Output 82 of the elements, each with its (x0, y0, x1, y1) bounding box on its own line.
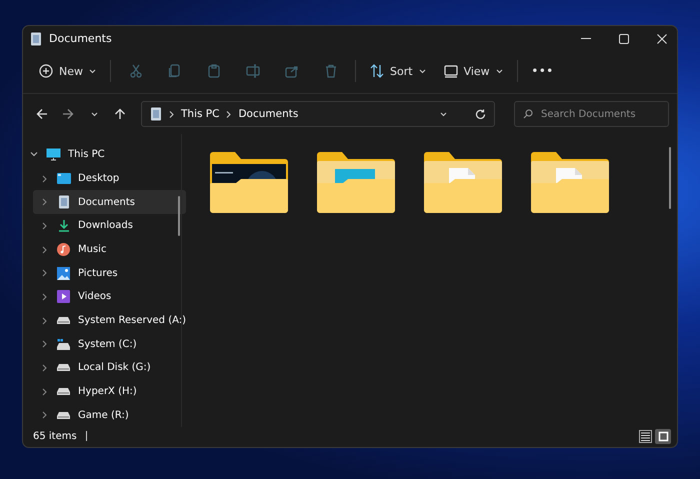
drive-icon (57, 317, 70, 324)
desktop-icon (56, 173, 70, 184)
nav-item[interactable]: Music (33, 238, 186, 262)
chevron-down-icon (496, 68, 503, 74)
close-icon[interactable] (656, 34, 666, 44)
download-icon (56, 219, 70, 232)
share-icon (284, 64, 298, 78)
chevron-right-icon[interactable] (42, 364, 46, 372)
details-view-button[interactable] (637, 428, 653, 444)
address-bar[interactable]: This PC Documents (141, 101, 495, 127)
chevron-down-icon (418, 68, 426, 74)
folder-icon[interactable] (315, 151, 395, 213)
chevron-right-icon[interactable] (42, 198, 46, 206)
nav-item[interactable]: Pictures (33, 261, 186, 286)
scrollbar-thumb[interactable] (178, 196, 180, 236)
chevron-right-icon[interactable] (42, 222, 46, 230)
chevron-right-icon[interactable] (42, 316, 46, 325)
chevron-down-icon (90, 112, 98, 116)
chevron-down-icon (440, 112, 447, 116)
nav-item[interactable]: Desktop (33, 166, 186, 190)
folder-icon[interactable] (422, 151, 502, 213)
nav-item[interactable]: Videos (33, 285, 186, 309)
window-title: Documents (49, 32, 112, 45)
document-icon (30, 32, 42, 46)
picture-icon (57, 266, 70, 280)
view-button[interactable]: View (436, 57, 511, 85)
chevron-right-icon[interactable] (42, 174, 46, 182)
nav-item[interactable]: Local Disk (G:) (33, 356, 186, 380)
scrollbar-thumb[interactable] (669, 147, 671, 209)
new-icon (39, 64, 53, 78)
chevron-right-icon (226, 110, 232, 118)
nav-item[interactable]: This PC (23, 143, 186, 167)
chevron-right-icon[interactable] (42, 340, 46, 348)
chevron-down-icon (89, 68, 96, 74)
delete-icon (324, 64, 338, 78)
large-icons-view-button[interactable] (655, 428, 671, 444)
search-icon (523, 109, 533, 119)
video-icon (57, 290, 70, 304)
chevron-right-icon[interactable] (42, 269, 46, 278)
nav-item[interactable]: Downloads (33, 214, 186, 238)
search-field[interactable]: Search Documents (514, 101, 669, 127)
item-count: 65 items (33, 430, 77, 442)
chevron-right-icon[interactable] (42, 411, 46, 420)
forward-arrow-icon[interactable] (62, 108, 74, 120)
breadcrumb-item[interactable]: Documents (238, 108, 298, 120)
chevron-right-icon (169, 110, 174, 118)
computer-icon (46, 148, 61, 162)
view-icon (444, 64, 458, 78)
system-drive-icon (57, 338, 70, 350)
nav-item[interactable]: Game (R:) (33, 403, 186, 428)
chevron-right-icon[interactable] (42, 388, 46, 396)
nav-item[interactable]: Documents (33, 190, 186, 214)
list-icon (638, 430, 652, 442)
chevron-down-icon[interactable] (30, 152, 38, 158)
drive-icon (57, 364, 70, 372)
document-icon (150, 107, 162, 121)
nav-item[interactable]: System (C:) (33, 332, 186, 356)
breadcrumb-item[interactable]: This PC (181, 108, 220, 120)
refresh-icon[interactable] (475, 108, 486, 120)
minimize-icon[interactable] (580, 38, 590, 40)
chevron-right-icon[interactable] (42, 292, 46, 301)
rename-icon (246, 64, 260, 78)
sort-button[interactable]: Sort (362, 57, 434, 85)
new-button[interactable]: New (31, 57, 104, 85)
nav-item[interactable]: System Reserved (A:) (33, 308, 186, 332)
square-icon (656, 430, 670, 442)
more-options-button[interactable]: ••• (524, 57, 562, 85)
nav-item[interactable]: HyperX (H:) (33, 380, 186, 404)
maximize-icon[interactable] (618, 34, 628, 44)
chevron-right-icon[interactable] (42, 246, 46, 254)
folder-icon[interactable] (208, 151, 288, 213)
paste-icon (206, 64, 220, 78)
folder-icon[interactable] (529, 151, 609, 213)
cut-icon (128, 64, 142, 78)
copy-icon (168, 64, 182, 78)
sort-icon (370, 64, 384, 78)
document-icon (58, 195, 70, 210)
up-arrow-icon[interactable] (114, 108, 126, 120)
music-icon (57, 243, 70, 256)
back-arrow-icon[interactable] (36, 108, 48, 120)
drive-icon (57, 412, 70, 419)
drive-icon (57, 388, 70, 396)
